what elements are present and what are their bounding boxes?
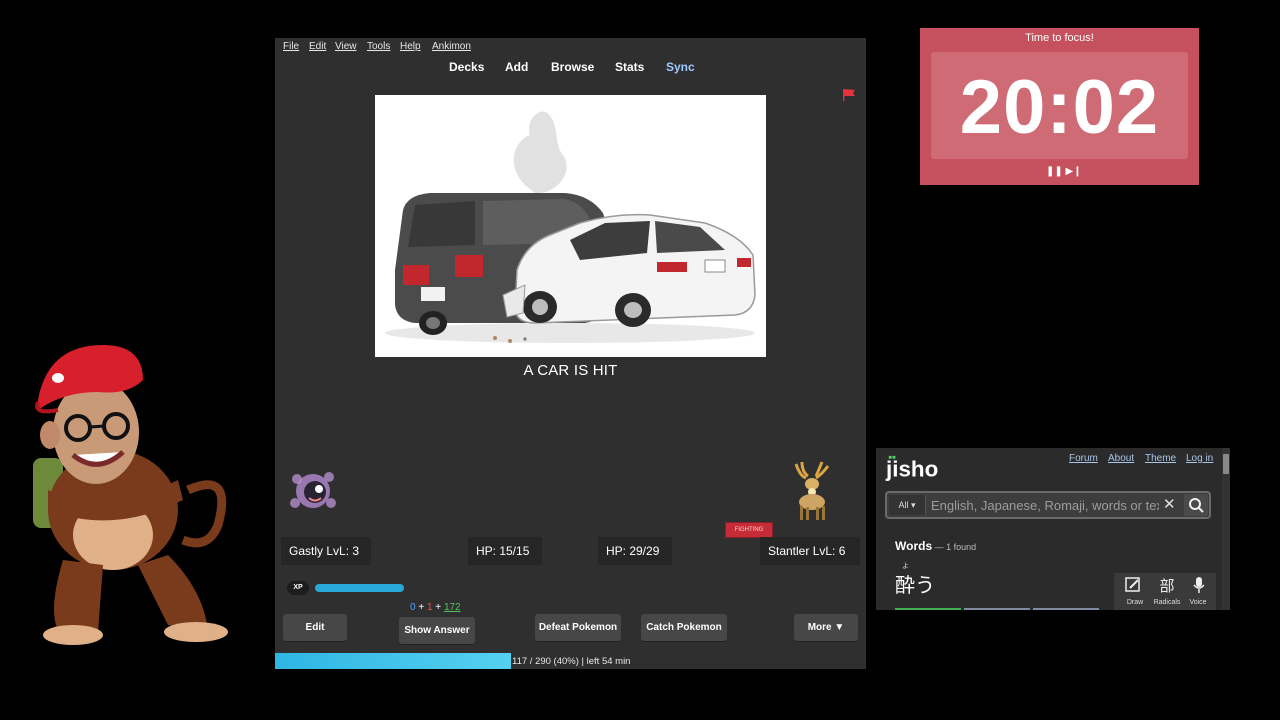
menu-file[interactable]: File <box>283 41 299 52</box>
type-badge: FIGHTING <box>725 522 773 538</box>
jisho-scrollbar[interactable] <box>1222 448 1230 610</box>
main-toolbar: Decks Add Browse Stats Sync <box>275 58 866 78</box>
menu-ankimon[interactable]: Ankimon <box>432 41 471 52</box>
scrollbar-thumb[interactable] <box>1223 454 1229 474</box>
voice-label: Voice <box>1189 599 1207 606</box>
jisho-window: jisho Forum About Theme Log in All ▾ ✕ W… <box>876 448 1230 610</box>
search-icon <box>1189 498 1204 513</box>
input-tools: 部 Draw Radicals Voice <box>1114 573 1216 610</box>
count-separator: + <box>415 602 427 613</box>
player-pokemon-level: Gastly LvL: 3 <box>281 537 371 565</box>
toolbar-stats[interactable]: Stats <box>615 60 644 74</box>
streamer-avatar <box>33 345 228 645</box>
menu-view[interactable]: View <box>335 41 357 52</box>
jisho-logo[interactable]: jisho <box>884 454 944 482</box>
edit-button[interactable]: Edit <box>283 614 347 641</box>
timer-display: 20:02 <box>931 52 1188 159</box>
count-separator: + <box>432 602 444 613</box>
words-label: Words <box>895 539 933 553</box>
radicals-label: Radicals <box>1153 599 1181 606</box>
anki-window: File Edit View Tools Help Ankimon Decks … <box>275 38 866 669</box>
more-button[interactable]: More ▼ <box>794 614 858 641</box>
enemy-hp: HP: 29/29 <box>598 537 672 565</box>
timer-controls[interactable]: ❚❚ ▶❙ <box>1046 166 1082 177</box>
toolbar-decks[interactable]: Decks <box>449 60 484 74</box>
result-tag <box>895 608 961 610</box>
defeat-pokemon-button[interactable]: Defeat Pokemon <box>535 614 621 641</box>
word-result[interactable]: 酔う <box>895 569 935 598</box>
catch-pokemon-button[interactable]: Catch Pokemon <box>641 614 727 641</box>
show-answer-button[interactable]: Show Answer <box>399 617 475 644</box>
stantler-sprite <box>794 461 830 520</box>
toolbar-browse[interactable]: Browse <box>551 60 594 74</box>
menu-bar: File Edit View Tools Help Ankimon <box>275 38 866 56</box>
result-tag <box>1033 608 1099 610</box>
progress-bar <box>275 653 512 669</box>
microphone-icon[interactable] <box>1182 575 1216 595</box>
jisho-about-link[interactable]: About <box>1108 453 1134 464</box>
draw-icon[interactable] <box>1116 575 1150 595</box>
card-front-text: A CAR IS HIT <box>523 362 618 379</box>
menu-edit[interactable]: Edit <box>309 41 326 52</box>
enemy-pokemon-level: Stantler LvL: 6 <box>760 537 860 565</box>
xp-bar <box>315 584 405 592</box>
review-count: 172 <box>443 602 461 613</box>
menu-tools[interactable]: Tools <box>367 41 390 52</box>
gastly-sprite <box>290 472 336 508</box>
result-tag <box>964 608 1030 610</box>
menu-help[interactable]: Help <box>400 41 421 52</box>
jisho-login-link[interactable]: Log in <box>1186 453 1213 464</box>
due-counts: 0 + 1 + 172 <box>410 602 461 613</box>
words-heading: Words — 1 found <box>895 539 976 553</box>
timer-time: 20:02 <box>959 65 1160 150</box>
player-hp: HP: 15/15 <box>468 537 542 565</box>
timer-title: Time to focus! <box>1025 32 1094 44</box>
progress-text: 117 / 290 (40%) | left 54 min <box>512 656 631 667</box>
words-found-count: — 1 found <box>932 542 977 552</box>
jisho-forum-link[interactable]: Forum <box>1069 453 1098 464</box>
radicals-icon[interactable]: 部 <box>1150 575 1184 596</box>
clear-icon[interactable]: ✕ <box>1163 495 1176 513</box>
xp-label: XP <box>287 581 309 595</box>
toolbar-add[interactable]: Add <box>505 60 528 74</box>
toolbar-sync[interactable]: Sync <box>666 60 695 74</box>
jisho-theme-link[interactable]: Theme <box>1145 453 1176 464</box>
jisho-search-input[interactable] <box>931 496 1159 514</box>
jisho-logo-text: jisho <box>885 456 938 481</box>
jisho-search-bar: All ▾ ✕ <box>885 491 1211 519</box>
draw-label: Draw <box>1126 599 1144 606</box>
search-scope-select[interactable]: All ▾ <box>889 495 926 515</box>
card-image-car-crash <box>375 95 766 357</box>
search-button[interactable] <box>1184 494 1208 516</box>
red-flag-icon[interactable] <box>842 88 856 102</box>
focus-timer: Time to focus! 20:02 ❚❚ ▶❙ <box>920 28 1199 185</box>
